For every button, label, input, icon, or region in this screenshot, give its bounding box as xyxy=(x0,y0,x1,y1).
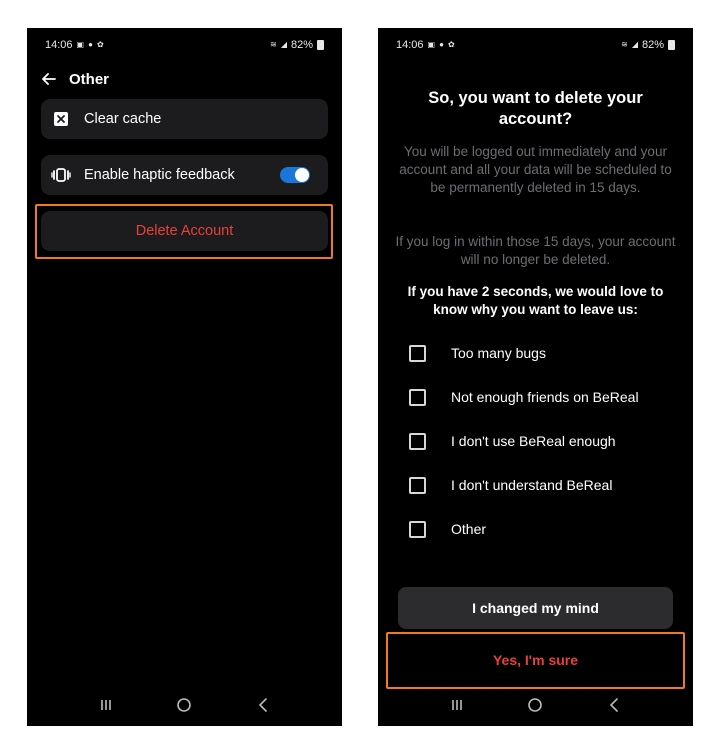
reason-option[interactable]: I don't use BeReal enough xyxy=(409,431,616,451)
reason-option[interactable]: I don't understand BeReal xyxy=(409,475,612,495)
changed-mind-label: I changed my mind xyxy=(472,600,599,616)
checkbox-icon[interactable] xyxy=(409,432,426,450)
signal-icon: ◢ xyxy=(631,40,638,49)
clear-cache-icon xyxy=(51,109,71,129)
recents-icon[interactable] xyxy=(446,694,468,716)
page-title: Other xyxy=(69,70,110,88)
clear-cache-label: Clear cache xyxy=(84,111,162,127)
battery-icon xyxy=(668,40,675,50)
status-time: 14:06 xyxy=(45,39,73,51)
reason-label: I don't understand BeReal xyxy=(451,477,613,493)
reason-label: Other xyxy=(451,521,487,537)
haptic-feedback-label: Enable haptic feedback xyxy=(84,167,235,183)
haptic-feedback-row: Enable haptic feedback xyxy=(41,155,328,195)
battery-percent: 82% xyxy=(641,39,664,51)
header: Other xyxy=(41,68,109,90)
confirm-delete-label: Yes, I'm sure xyxy=(492,652,579,668)
wifi-icon: ≋ xyxy=(270,40,277,49)
back-nav-icon[interactable] xyxy=(252,694,274,716)
home-icon[interactable] xyxy=(173,694,195,716)
changed-mind-button[interactable]: I changed my mind xyxy=(398,587,673,629)
status-bar: 14:06 ▣ ● ✿ ≋ ◢ 82% xyxy=(396,38,675,52)
settings-screen: 14:06 ▣ ● ✿ ≋ ◢ 82% Other Clear cache En… xyxy=(27,28,342,726)
delete-account-button[interactable]: Delete Account xyxy=(41,211,328,251)
notification-chat-icon: ● xyxy=(88,40,93,49)
haptic-feedback-toggle[interactable] xyxy=(280,167,310,183)
dialog-body-deletion-notice: You will be logged out immediately and y… xyxy=(399,144,672,195)
battery-icon xyxy=(317,40,324,50)
clear-cache-button[interactable]: Clear cache xyxy=(41,99,328,139)
recents-icon[interactable] xyxy=(95,694,117,716)
signal-icon: ◢ xyxy=(280,40,287,49)
checkbox-icon[interactable] xyxy=(409,344,426,362)
navigation-bar xyxy=(378,692,693,718)
checkbox-icon[interactable] xyxy=(409,520,426,538)
dialog-body-login-notice: If you log in within those 15 days, your… xyxy=(395,234,676,267)
delete-account-label: Delete Account xyxy=(135,223,234,239)
dialog-question: If you have 2 seconds, we would love to … xyxy=(407,284,664,317)
checkbox-icon[interactable] xyxy=(409,388,426,406)
home-icon[interactable] xyxy=(524,694,546,716)
reason-label: Too many bugs xyxy=(451,345,546,361)
notification-app-icon: ✿ xyxy=(96,40,104,49)
wifi-icon: ≋ xyxy=(621,40,628,49)
back-nav-icon[interactable] xyxy=(603,694,625,716)
toggle-knob xyxy=(295,168,309,182)
notification-chat-icon: ● xyxy=(439,40,444,49)
status-bar: 14:06 ▣ ● ✿ ≋ ◢ 82% xyxy=(45,38,324,52)
dialog-title: So, you want to delete your account? xyxy=(428,89,643,128)
checkbox-icon[interactable] xyxy=(409,476,426,494)
back-arrow-icon[interactable] xyxy=(41,71,57,87)
haptic-vibration-icon xyxy=(51,165,71,185)
notification-image-icon: ▣ xyxy=(76,40,85,49)
delete-account-screen: 14:06 ▣ ● ✿ ≋ ◢ 82% So, you want to dele… xyxy=(378,28,693,726)
notification-app-icon: ✿ xyxy=(447,40,455,49)
reason-label: Not enough friends on BeReal xyxy=(451,389,639,405)
reason-label: I don't use BeReal enough xyxy=(451,433,616,449)
notification-image-icon: ▣ xyxy=(427,40,436,49)
battery-percent: 82% xyxy=(290,39,313,51)
confirm-delete-button[interactable]: Yes, I'm sure xyxy=(394,639,677,681)
reason-option[interactable]: Too many bugs xyxy=(409,343,546,363)
navigation-bar xyxy=(27,692,342,718)
status-time: 14:06 xyxy=(396,39,424,51)
reason-option[interactable]: Other xyxy=(409,519,486,539)
reason-option[interactable]: Not enough friends on BeReal xyxy=(409,387,639,407)
